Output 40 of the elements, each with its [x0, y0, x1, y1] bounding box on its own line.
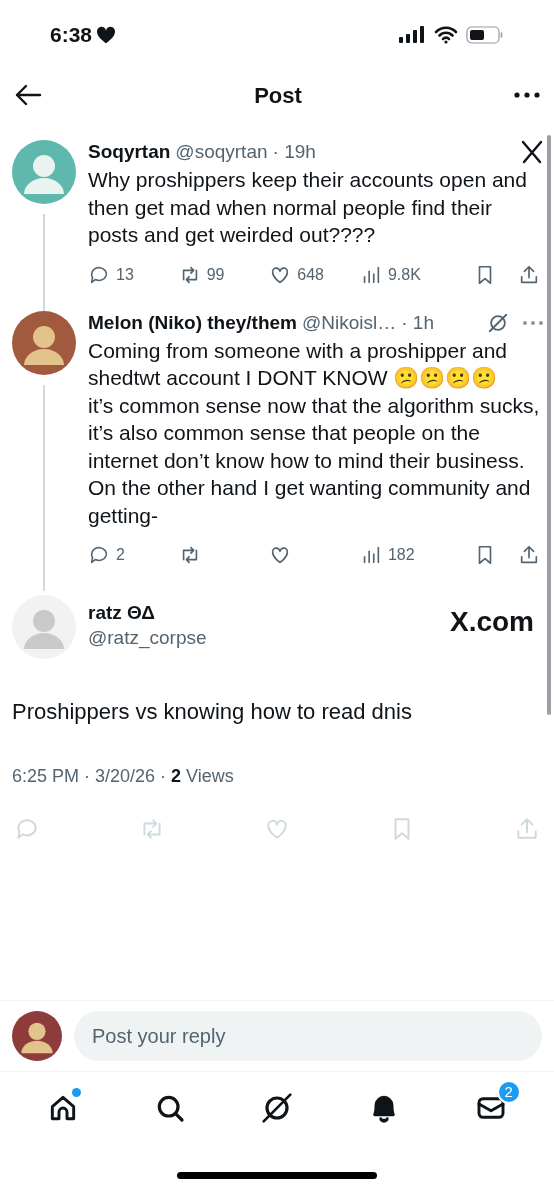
author-handle[interactable]: @ratz_corpse — [88, 625, 438, 651]
avatar[interactable] — [12, 310, 76, 375]
author-handle[interactable]: @soqyrtan — [175, 140, 268, 164]
battery-icon — [466, 26, 504, 44]
post-text: Why proshippers keep their accounts open and then get mad when normal people find their posts and get weirded out???? — [88, 167, 528, 248]
action-count: 182 — [387, 545, 415, 565]
view-count: 2 — [171, 765, 182, 788]
slashed-circle-icon[interactable] — [261, 1092, 293, 1124]
author-name[interactable]: ratz ΘΔ — [88, 601, 438, 625]
action-count: 13 — [116, 264, 134, 285]
back-arrow-icon[interactable] — [14, 83, 42, 107]
post-time: · 19h — [272, 140, 316, 164]
more-icon[interactable] — [514, 91, 540, 99]
unread-badge: 2 — [496, 1080, 521, 1104]
avatar[interactable] — [12, 1011, 62, 1061]
action-count: 99 — [206, 264, 225, 285]
action-count: 2 — [116, 545, 125, 565]
post-text: Coming from someone with a proshipper and shedtwt account I DONT KNOW 😕😕😕😕 it’s common sense now that the algorithm sucks, it’s also common sense that people on the internet don’t know how to mind their business. On the other hand I get wanting community and getting- — [88, 337, 541, 529]
share-icon[interactable] — [518, 544, 540, 566]
author-name[interactable]: Melon (Niko) they/them — [88, 310, 297, 335]
wifi-icon — [434, 26, 458, 44]
heart-icon — [96, 26, 117, 44]
share-icon[interactable] — [518, 263, 540, 286]
slashed-circle-icon — [487, 311, 509, 334]
page-title: Post — [254, 81, 302, 110]
post-time: · 1h — [401, 310, 434, 335]
action-count: 648 — [297, 264, 324, 285]
post-date: · 3/20/26 · — [84, 765, 167, 788]
action-count: 9.8K — [387, 264, 421, 285]
post-time: 6:25 PM — [12, 765, 80, 788]
views-label: Views — [186, 765, 234, 788]
reply-icon[interactable] — [88, 544, 110, 566]
post-text: Proshippers vs knowing how to read dnis — [12, 698, 413, 726]
author-name[interactable]: Soqyrtan — [88, 140, 171, 164]
source-label: X.com — [449, 605, 534, 639]
x-logo-icon — [520, 140, 544, 164]
author-handle[interactable]: @Nikoisl… — [302, 310, 397, 335]
reply-field[interactable]: Post your reply — [74, 1011, 542, 1061]
signal-icon — [398, 26, 426, 44]
clock-time: 6:38 — [50, 22, 93, 49]
